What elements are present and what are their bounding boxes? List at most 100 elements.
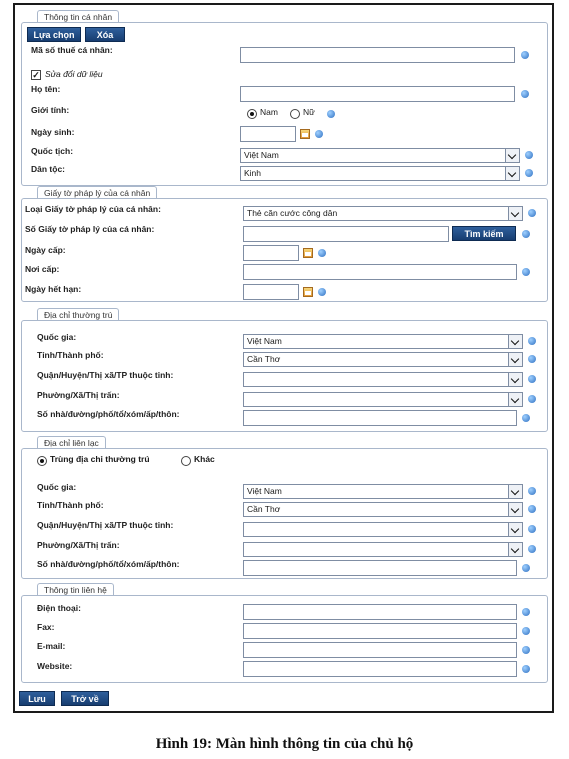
- help-icon[interactable]: [528, 487, 536, 495]
- expiry-input[interactable]: [243, 284, 299, 300]
- gender-label: Giới tính:: [31, 105, 70, 115]
- help-icon[interactable]: [528, 525, 536, 533]
- issue-place-label: Nơi cấp:: [25, 264, 60, 274]
- chevron-down-icon[interactable]: [508, 503, 522, 516]
- same-as-permanent-label: Trùng địa chỉ thường trú: [50, 454, 150, 464]
- fax-input[interactable]: [243, 623, 517, 639]
- form-window: Thông tin cá nhân Lựa chọn Xóa Mã số thu…: [13, 3, 554, 713]
- fullname-input[interactable]: [240, 86, 515, 102]
- province-label: Tỉnh/Thành phố:: [37, 350, 104, 360]
- issue-date-label: Ngày cấp:: [25, 245, 66, 255]
- country-value: Việt Nam: [247, 336, 282, 346]
- chevron-down-icon[interactable]: [505, 149, 519, 162]
- help-icon[interactable]: [318, 288, 326, 296]
- help-icon[interactable]: [522, 268, 530, 276]
- calendar-icon[interactable]: [303, 248, 313, 258]
- calendar-icon[interactable]: [303, 287, 313, 297]
- help-icon[interactable]: [318, 249, 326, 257]
- province-select[interactable]: Cần Thơ: [243, 352, 523, 367]
- gender-male-radio[interactable]: [247, 109, 257, 119]
- gender-female-radio[interactable]: [290, 109, 300, 119]
- help-icon[interactable]: [528, 355, 536, 363]
- contact-street-input[interactable]: [243, 560, 517, 576]
- chevron-down-icon[interactable]: [508, 335, 522, 348]
- street-input[interactable]: [243, 410, 517, 426]
- email-input[interactable]: [243, 642, 517, 658]
- dob-label: Ngày sinh:: [31, 127, 75, 137]
- doc-number-input[interactable]: [243, 226, 449, 242]
- nationality-select[interactable]: Việt Nam: [240, 148, 520, 163]
- contact-district-select[interactable]: [243, 522, 523, 537]
- ethnicity-select[interactable]: Kinh: [240, 166, 520, 181]
- calendar-icon[interactable]: [300, 129, 310, 139]
- help-icon[interactable]: [525, 169, 533, 177]
- street-label: Số nhà/đường/phố/tổ/xóm/ấp/thôn:: [37, 409, 180, 419]
- help-icon[interactable]: [521, 51, 529, 59]
- website-input[interactable]: [243, 661, 517, 677]
- help-icon[interactable]: [522, 665, 530, 673]
- help-icon[interactable]: [522, 646, 530, 654]
- help-icon[interactable]: [522, 230, 530, 238]
- help-icon[interactable]: [528, 375, 536, 383]
- help-icon[interactable]: [315, 130, 323, 138]
- chevron-down-icon[interactable]: [508, 523, 522, 536]
- phone-input[interactable]: [243, 604, 517, 620]
- search-button[interactable]: Tìm kiếm: [452, 226, 516, 241]
- edit-data-label: Sửa đổi dữ liệu: [45, 69, 103, 79]
- country-label: Quốc gia:: [37, 332, 77, 342]
- issue-date-input[interactable]: [243, 245, 299, 261]
- tax-code-input[interactable]: [240, 47, 515, 63]
- other-address-radio[interactable]: [181, 456, 191, 466]
- help-icon[interactable]: [525, 151, 533, 159]
- same-as-permanent-radio[interactable]: [37, 456, 47, 466]
- help-icon[interactable]: [528, 395, 536, 403]
- doc-number-label: Số Giấy tờ pháp lý của cá nhân:: [25, 224, 155, 234]
- dob-input[interactable]: [240, 126, 296, 142]
- chevron-down-icon[interactable]: [508, 207, 522, 220]
- issue-place-input[interactable]: [243, 264, 517, 280]
- help-icon[interactable]: [528, 337, 536, 345]
- help-icon[interactable]: [528, 545, 536, 553]
- back-button[interactable]: Trở về: [61, 691, 109, 706]
- contact-country-select[interactable]: Việt Nam: [243, 484, 523, 499]
- doc-type-select[interactable]: Thẻ căn cước công dân: [243, 206, 523, 221]
- chevron-down-icon[interactable]: [505, 167, 519, 180]
- district-label: Quận/Huyện/Thị xã/TP thuộc tỉnh:: [37, 370, 174, 380]
- doc-type-label: Loại Giấy tờ pháp lý của cá nhân:: [25, 204, 161, 214]
- help-icon[interactable]: [522, 608, 530, 616]
- gender-male-label: Nam: [260, 107, 278, 117]
- edit-data-checkbox[interactable]: ✓: [31, 70, 41, 80]
- website-label: Website:: [37, 661, 73, 671]
- help-icon[interactable]: [522, 414, 530, 422]
- chevron-down-icon[interactable]: [508, 353, 522, 366]
- tax-code-label: Mã số thuế cá nhân:: [31, 45, 113, 55]
- ethnicity-value: Kinh: [244, 168, 262, 178]
- figure-caption: Hình 19: Màn hình thông tin của chủ hộ: [155, 736, 414, 752]
- chevron-down-icon[interactable]: [508, 373, 522, 386]
- ethnicity-label: Dân tộc:: [31, 164, 65, 174]
- chevron-down-icon[interactable]: [508, 543, 522, 556]
- help-icon[interactable]: [521, 90, 529, 98]
- help-icon[interactable]: [528, 209, 536, 217]
- help-icon[interactable]: [327, 110, 335, 118]
- contact-province-label: Tỉnh/Thành phố:: [37, 500, 104, 510]
- email-label: E-mail:: [37, 641, 66, 651]
- select-button[interactable]: Lựa chọn: [27, 27, 81, 42]
- delete-button[interactable]: Xóa: [85, 27, 125, 42]
- country-select[interactable]: Việt Nam: [243, 334, 523, 349]
- ward-label: Phường/Xã/Thị trấn:: [37, 390, 120, 400]
- district-select[interactable]: [243, 372, 523, 387]
- contact-ward-select[interactable]: [243, 542, 523, 557]
- chevron-down-icon[interactable]: [508, 485, 522, 498]
- save-button[interactable]: Lưu: [19, 691, 55, 706]
- gender-female-label: Nữ: [303, 107, 315, 117]
- contact-province-select[interactable]: Cần Thơ: [243, 502, 523, 517]
- nationality-label: Quốc tịch:: [31, 146, 74, 156]
- expiry-label: Ngày hết hạn:: [25, 284, 82, 294]
- province-value: Cần Thơ: [247, 354, 281, 364]
- help-icon[interactable]: [528, 505, 536, 513]
- help-icon[interactable]: [522, 564, 530, 572]
- help-icon[interactable]: [522, 627, 530, 635]
- chevron-down-icon[interactable]: [508, 393, 522, 406]
- ward-select[interactable]: [243, 392, 523, 407]
